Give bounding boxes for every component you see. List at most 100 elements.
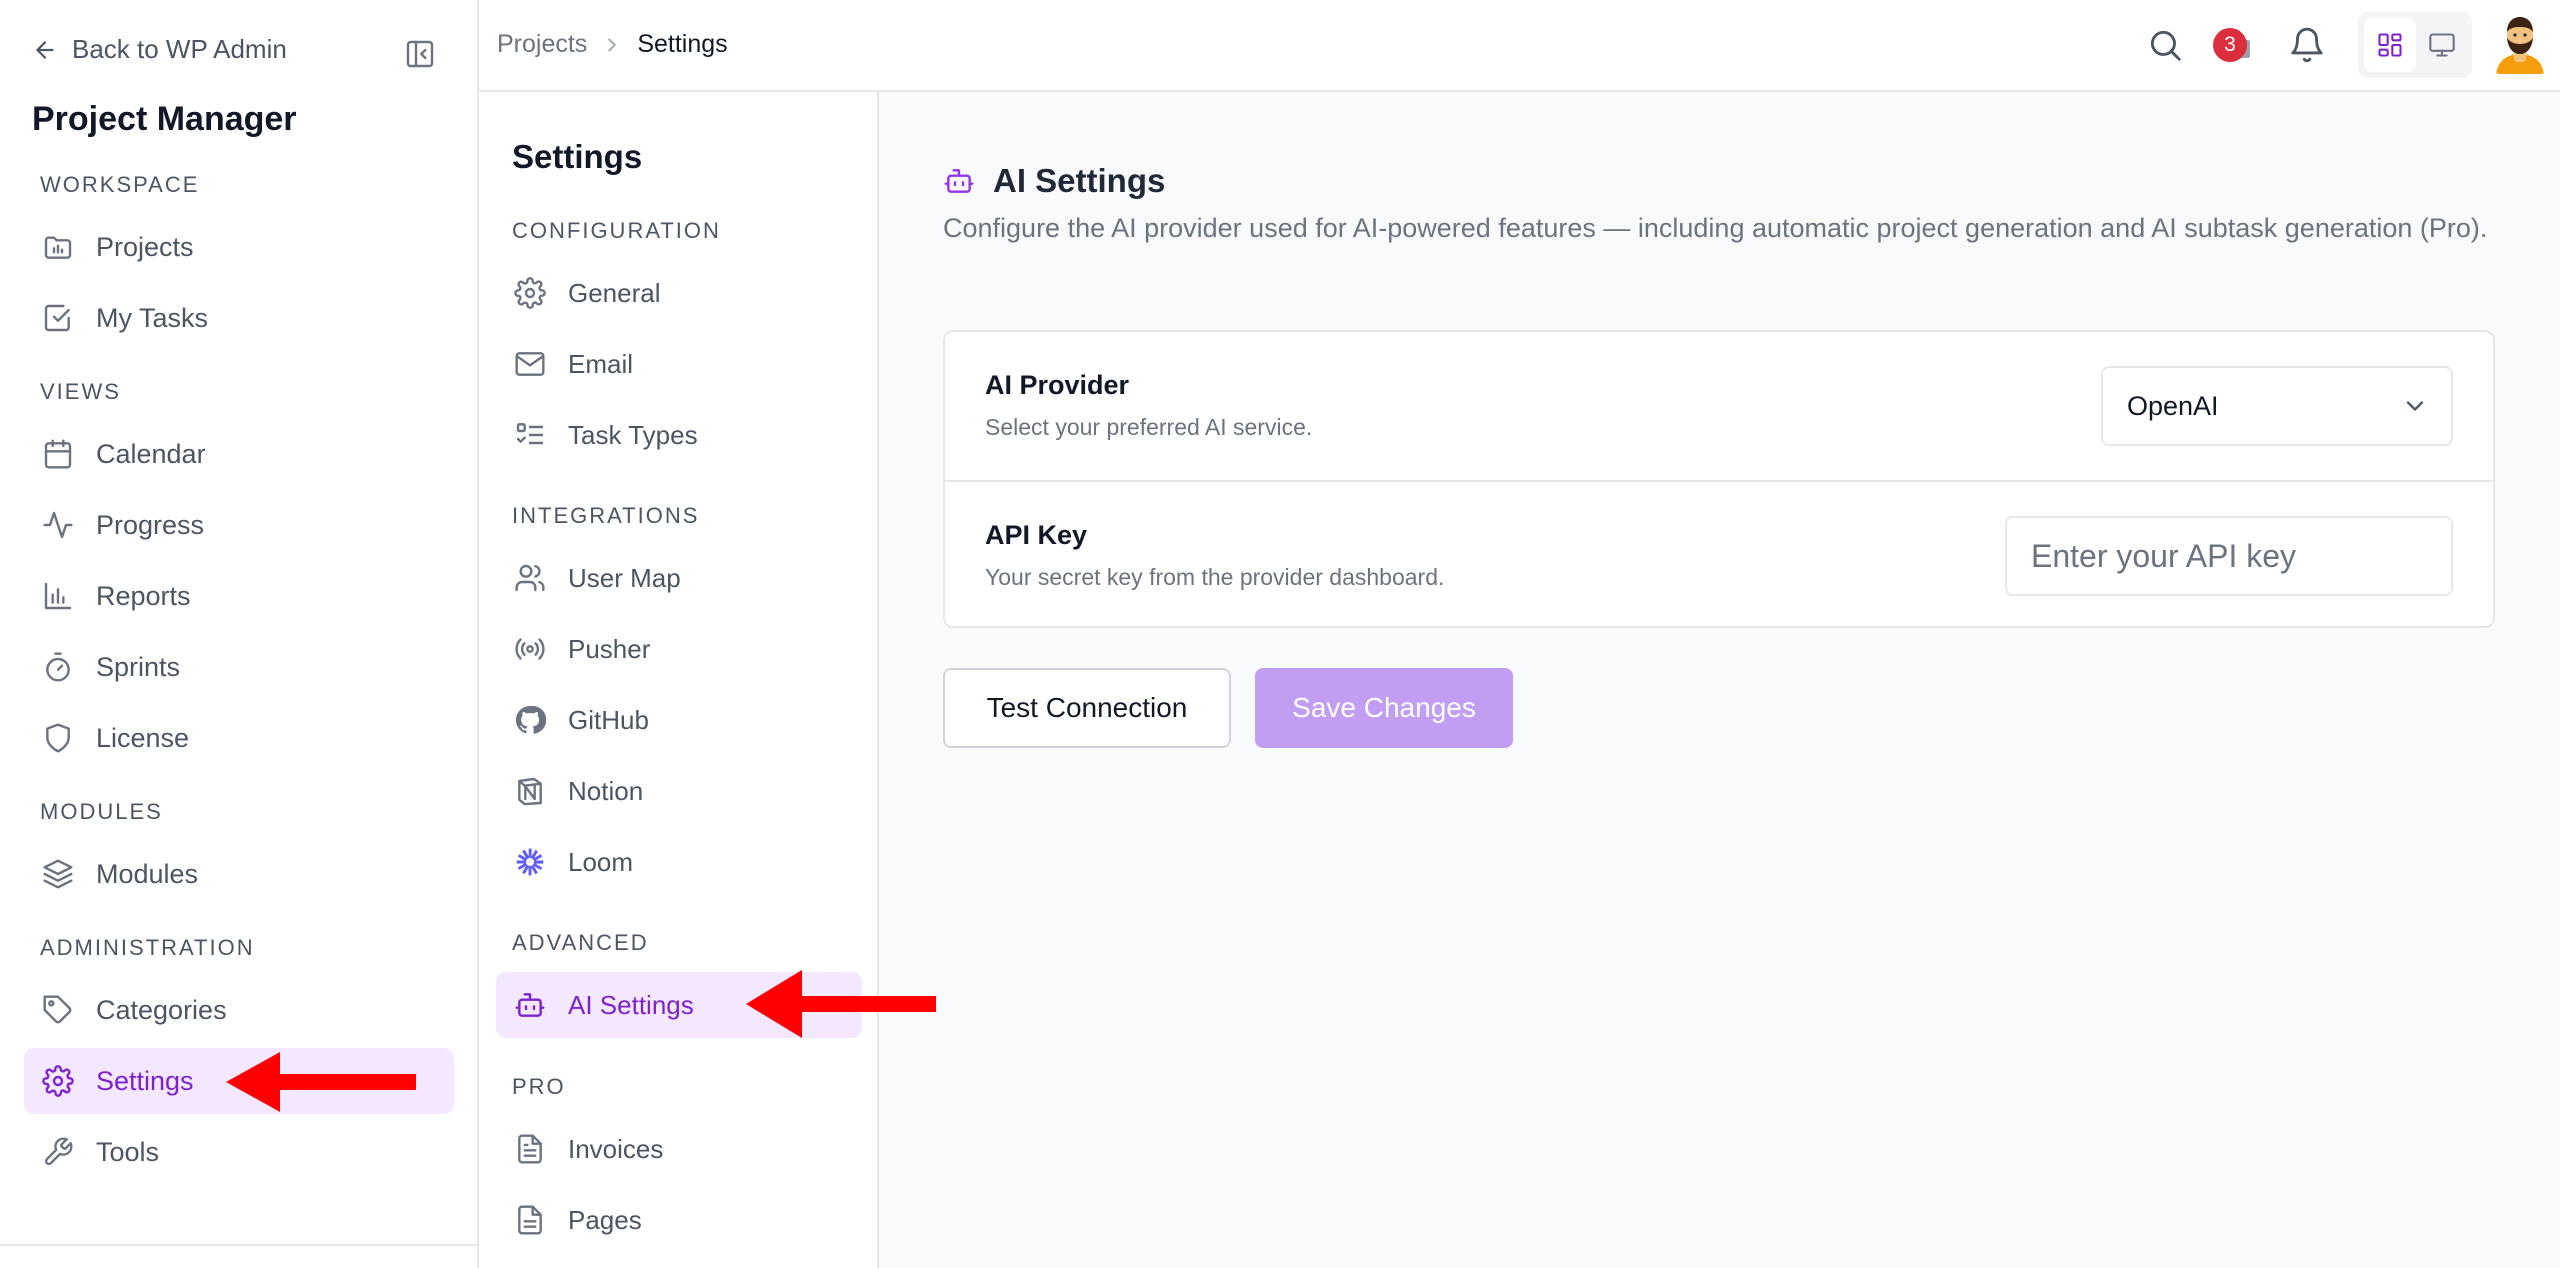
subnav-item-label: Pusher [568, 633, 651, 664]
user-avatar[interactable] [2492, 10, 2548, 74]
search-button[interactable] [2146, 26, 2184, 64]
subnav-title: Settings [512, 138, 643, 175]
subnav-item-email[interactable]: Email [496, 331, 862, 397]
desktop-view-button[interactable] [2416, 18, 2468, 72]
bar-chart-icon [44, 582, 72, 610]
page-title-text: AI Settings [993, 162, 1166, 199]
subnav-item-invoices[interactable]: Invoices [496, 1116, 862, 1182]
subnav-item-label: Notion [568, 775, 644, 806]
github-icon [515, 705, 546, 734]
users-icon [515, 564, 545, 592]
calendar-icon [44, 439, 72, 469]
sidebar-item-categories[interactable]: Categories [24, 977, 454, 1043]
section-label-workspace: WORKSPACE [40, 172, 200, 197]
sidebar-item-label: Projects [96, 231, 194, 262]
section-label-modules: MODULES [40, 799, 163, 824]
sidebar-item-reports[interactable]: Reports [24, 563, 454, 629]
save-changes-button[interactable]: Save Changes [1255, 668, 1513, 748]
sidebar-item-label: Sprints [96, 651, 181, 682]
subnav-item-notion[interactable]: Notion [496, 758, 862, 824]
subnav-section-advanced: ADVANCED [512, 930, 649, 955]
notification-count-badge[interactable]: 3 [2213, 28, 2247, 62]
app-title: Project Manager [32, 100, 297, 138]
sidebar-item-progress[interactable]: Progress [24, 492, 454, 558]
settings-subnav: Settings CONFIGURATION General Email Tas… [479, 92, 879, 1268]
search-icon [2150, 30, 2181, 61]
sidebar-item-modules[interactable]: Modules [24, 841, 454, 907]
sidebar-item-my-tasks[interactable]: My Tasks [24, 285, 454, 351]
ai-provider-select[interactable]: OpenAI [2101, 366, 2453, 446]
back-to-wp-admin-link[interactable]: Back to WP Admin [32, 34, 287, 65]
breadcrumb-projects-link[interactable]: Projects [497, 30, 587, 59]
notifications-button[interactable] [2288, 26, 2326, 64]
subnav-item-github[interactable]: GitHub [496, 687, 862, 753]
sidebar-item-sprints[interactable]: Sprints [24, 634, 454, 700]
layers-icon [43, 859, 73, 889]
subnav-section-integrations: INTEGRATIONS [512, 503, 700, 528]
bot-icon [515, 993, 545, 1017]
subnav-item-task-types[interactable]: Task Types [496, 402, 862, 468]
checkbox-icon [44, 304, 70, 332]
subnav-item-loom[interactable]: Loom [496, 829, 862, 895]
breadcrumb-current: Settings [637, 30, 728, 58]
wrench-icon [44, 1137, 73, 1166]
subnav-item-label: User Map [568, 562, 681, 593]
api-key-help: Your secret key from the provider dashbo… [985, 564, 1445, 590]
gear-icon [42, 1065, 74, 1097]
sidebar-item-label: License [96, 722, 190, 753]
loom-icon [516, 848, 544, 876]
sidebar-item-label: My Tasks [96, 302, 209, 333]
sidebar-item-calendar[interactable]: Calendar [24, 421, 454, 487]
ai-provider-selected-value: OpenAI [2127, 390, 2219, 421]
sidebar-item-label: Progress [96, 509, 205, 540]
main-content: AI Settings Configure the AI provider us… [881, 92, 2560, 1268]
shield-icon [46, 723, 70, 753]
sidebar-item-label: Calendar [96, 438, 206, 469]
subnav-item-general[interactable]: General [496, 260, 862, 326]
subnav-item-pusher[interactable]: Pusher [496, 616, 862, 682]
subnav-item-label: Invoices [568, 1133, 664, 1164]
sidebar-item-projects[interactable]: Projects [24, 214, 454, 280]
subnav-section-configuration: CONFIGURATION [512, 218, 721, 243]
broadcast-icon [515, 638, 545, 660]
provider-label: AI Provider [985, 370, 1130, 400]
sidebar-item-label: Modules [96, 858, 199, 889]
bell-icon [2291, 27, 2323, 63]
annotation-arrow-icon [226, 1052, 416, 1112]
subnav-item-label: AI Settings [568, 989, 694, 1020]
dashboard-view-button[interactable] [2364, 18, 2416, 72]
list-checks-icon [516, 423, 544, 445]
gear-icon [514, 277, 546, 309]
sidebar-item-label: Settings [96, 1065, 194, 1096]
sidebar-item-license[interactable]: License [24, 705, 454, 771]
monitor-icon [2429, 33, 2455, 57]
subnav-item-label: Email [568, 348, 634, 379]
section-label-administration: ADMINISTRATION [40, 935, 255, 960]
provider-help: Select your preferred AI service. [985, 414, 1313, 440]
timer-icon [46, 652, 70, 682]
file-text-icon [518, 1134, 542, 1164]
mail-icon [515, 352, 545, 376]
subnav-item-user-map[interactable]: User Map [496, 545, 862, 611]
chevron-right-icon [608, 38, 616, 51]
sidebar-divider [0, 1244, 477, 1246]
notion-icon [518, 777, 542, 806]
panel-collapse-icon [406, 40, 434, 68]
sidebar-item-label: Categories [96, 994, 227, 1025]
subnav-item-label: Loom [568, 846, 634, 877]
subnav-item-label: Task Types [568, 419, 698, 450]
section-label-views: VIEWS [40, 379, 121, 404]
api-key-input[interactable] [2005, 516, 2453, 596]
api-key-row: API Key Your secret key from the provide… [945, 480, 2493, 628]
test-connection-button[interactable]: Test Connection [943, 668, 1231, 748]
ai-settings-card: AI Provider Select your preferred AI ser… [943, 330, 2495, 628]
subnav-item-label: GitHub [568, 704, 649, 735]
subnav-item-pages[interactable]: Pages [496, 1187, 862, 1253]
page-description: Configure the AI provider used for AI-po… [943, 213, 2488, 243]
activity-icon [43, 511, 73, 539]
api-key-label: API Key [985, 520, 1088, 550]
tag-icon [43, 995, 72, 1024]
breadcrumb: Projects Settings [497, 30, 728, 59]
sidebar-collapse-button[interactable] [404, 38, 436, 70]
sidebar-item-tools[interactable]: Tools [24, 1119, 454, 1185]
